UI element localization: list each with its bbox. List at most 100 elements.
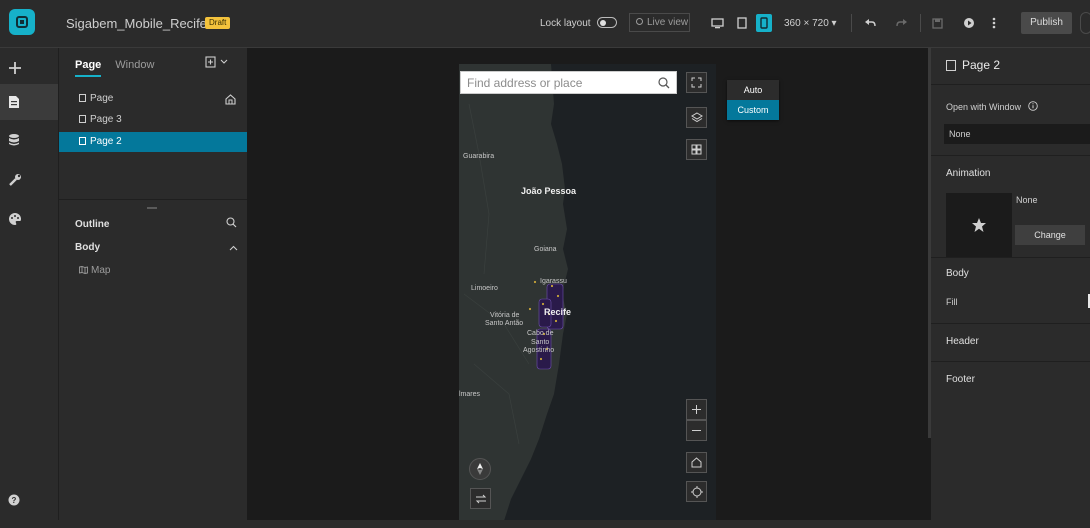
undo-icon[interactable] xyxy=(861,13,879,33)
settings-title: Page 2 xyxy=(946,58,1000,72)
publish-button[interactable]: Publish xyxy=(1021,12,1072,34)
change-animation-button[interactable]: Change xyxy=(1015,225,1085,245)
swap-icon[interactable] xyxy=(470,488,491,509)
animation-preview xyxy=(946,193,1012,257)
search-icon[interactable] xyxy=(658,76,670,94)
resize-grip[interactable] xyxy=(147,207,157,209)
outline-body-heading[interactable]: Body xyxy=(75,242,100,253)
layers-icon[interactable] xyxy=(686,107,707,128)
divider xyxy=(931,257,1090,258)
map-place-label: Vitória de xyxy=(490,312,520,319)
tools-icon[interactable] xyxy=(0,162,58,198)
live-view-icon xyxy=(636,18,643,25)
toolbar-divider xyxy=(920,14,921,32)
map-place-label: Guarabira xyxy=(463,153,495,160)
tab-window[interactable]: Window xyxy=(115,59,154,75)
view-mode-option-auto[interactable]: Auto xyxy=(727,80,779,100)
home-icon[interactable] xyxy=(686,452,707,473)
live-view-label: Live view xyxy=(647,17,689,28)
svg-text:?: ? xyxy=(12,496,17,505)
page-icon xyxy=(79,137,86,145)
lock-layout-label: Lock layout xyxy=(540,18,591,29)
data-icon[interactable] xyxy=(0,122,58,158)
star-icon xyxy=(972,218,986,232)
theme-palette-icon[interactable] xyxy=(0,201,58,237)
app-title: Sigabem_Mobile_Recife xyxy=(66,16,207,31)
lock-layout-toggle[interactable] xyxy=(597,17,617,28)
map-place-label: Recife xyxy=(544,307,572,317)
save-icon[interactable] xyxy=(928,13,946,33)
page-panel: Page Window Page Page 3 Page 2 Outline Bo… xyxy=(58,48,248,528)
map-search-box xyxy=(460,71,677,94)
top-bar: Sigabem_Mobile_Recife Draft Lock layout … xyxy=(0,0,1090,48)
map-basemap xyxy=(459,64,716,524)
view-mode-dropdown: Auto Custom xyxy=(727,80,779,120)
page-list-item-selected[interactable]: Page 2 xyxy=(59,132,248,152)
page-list-item[interactable]: Page xyxy=(59,89,248,109)
account-button[interactable] xyxy=(1080,12,1090,34)
fullscreen-icon[interactable] xyxy=(686,72,707,93)
resolution-select[interactable]: 360 × 720 ▾ xyxy=(784,18,837,29)
page-panel-icon[interactable] xyxy=(0,84,58,120)
map-search-input[interactable] xyxy=(461,72,653,93)
divider xyxy=(931,84,1090,85)
header-heading: Header xyxy=(946,336,979,347)
map-place-label: Cabo de xyxy=(527,330,554,337)
page-icon xyxy=(79,115,86,123)
more-options-icon[interactable] xyxy=(985,13,1003,33)
body-heading: Body xyxy=(946,268,969,279)
preview-icon[interactable] xyxy=(960,13,978,33)
info-icon[interactable] xyxy=(1027,101,1038,111)
map-icon xyxy=(79,266,88,274)
zoom-out-icon[interactable] xyxy=(686,420,707,441)
add-page-icon[interactable] xyxy=(205,56,229,71)
page-item-label: Page xyxy=(90,93,114,104)
panel-divider xyxy=(59,199,248,200)
divider xyxy=(931,323,1090,324)
compass-icon[interactable] xyxy=(469,458,491,480)
desktop-device-icon[interactable] xyxy=(709,14,725,32)
fill-label: Fill xyxy=(946,297,958,307)
live-view-button[interactable]: Live view xyxy=(629,13,690,32)
page-list-item[interactable]: Page 3 xyxy=(59,110,248,130)
status-bar xyxy=(0,520,1090,528)
chevron-up-icon[interactable] xyxy=(229,243,238,253)
page-item-label: Page 3 xyxy=(90,114,122,125)
map-place-label: Igarassu xyxy=(540,278,567,285)
divider xyxy=(931,155,1090,156)
help-icon[interactable]: ? xyxy=(0,482,58,518)
map-place-label: João Pessoa xyxy=(521,186,577,196)
open-with-window-select[interactable]: None xyxy=(944,124,1090,144)
map-place-label: lmares xyxy=(459,391,481,398)
footer-heading: Footer xyxy=(946,374,975,385)
settings-panel: Page 2 Open with Window None Animation N… xyxy=(931,48,1090,528)
map-place-label: Santo xyxy=(531,339,550,346)
page-panel-tabs: Page Window xyxy=(75,59,168,77)
search-icon[interactable] xyxy=(226,215,237,233)
outline-heading: Outline xyxy=(75,219,110,230)
settings-title-label: Page 2 xyxy=(962,58,1001,72)
animation-value: None xyxy=(1016,195,1038,205)
open-with-window-label: Open with Window xyxy=(946,101,1038,112)
left-rail: ? xyxy=(0,48,58,528)
outline-map-item[interactable]: Map xyxy=(79,265,110,276)
view-mode-option-custom[interactable]: Custom xyxy=(727,100,779,120)
map-place-label: Agostinho xyxy=(523,347,555,354)
mobile-device-icon[interactable] xyxy=(756,14,772,32)
zoom-in-icon[interactable] xyxy=(686,399,707,420)
redo-icon[interactable] xyxy=(893,13,911,33)
map-item-label: Map xyxy=(91,265,111,276)
open-with-window-text: Open with Window xyxy=(946,102,1022,112)
page-item-label: Page 2 xyxy=(90,136,122,147)
tab-page[interactable]: Page xyxy=(75,59,102,77)
page-icon xyxy=(79,94,86,102)
draft-badge: Draft xyxy=(205,17,231,29)
locate-icon[interactable] xyxy=(686,481,707,502)
page-icon xyxy=(946,60,956,71)
basemap-gallery-icon[interactable] xyxy=(686,139,707,160)
tablet-device-icon[interactable] xyxy=(734,14,750,32)
map-place-label: Limoeiro xyxy=(471,285,498,292)
map-widget[interactable]: Guarabira João Pessoa Goiana Limoeiro Ig… xyxy=(459,64,716,524)
insert-widget-icon[interactable] xyxy=(0,50,58,86)
app-logo-icon[interactable] xyxy=(9,9,35,35)
